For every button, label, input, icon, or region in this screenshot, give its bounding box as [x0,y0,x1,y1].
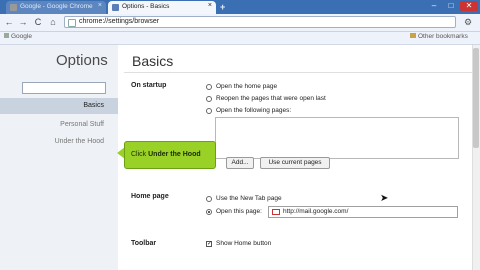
option-label: Use the New Tab page [216,195,282,202]
maximize-button[interactable]: □ [443,1,459,11]
options-title: Options [56,52,108,69]
bookmark-label: Google [11,33,32,40]
back-icon[interactable]: ← [4,16,14,28]
close-window-button[interactable]: ✕ [460,1,478,11]
option-label: Open the following pages: [216,107,292,114]
home-icon[interactable]: ⌂ [48,16,58,28]
tutorial-callout: Click Under the Hood [124,141,216,169]
option-label: Open this page: [216,208,262,215]
radio-open-this-page[interactable] [206,209,212,215]
bookmarks-bar [0,32,480,45]
option-label: Open the home page [216,83,278,90]
options-sidebar [0,45,118,270]
wrench-menu-icon[interactable]: ⚙ [462,16,474,28]
option-label: Reopen the pages that were open last [216,95,326,102]
mouse-cursor-icon: ➤ [380,193,389,204]
gmail-icon [272,209,280,215]
radio-open-following-pages[interactable] [206,108,212,114]
page-title: Basics [132,53,174,69]
show-home-checkbox[interactable]: ✓ [206,241,212,247]
show-home-label: Show Home button [216,240,272,247]
radio-use-new-tab[interactable] [206,196,212,202]
radio-open-home-page[interactable] [206,84,212,90]
bookmark-item[interactable]: Google [4,33,32,40]
minimize-button[interactable]: – [426,1,442,11]
close-tab-icon[interactable]: × [208,2,212,9]
on-startup-heading: On startup [131,82,167,89]
toolbar-heading: Toolbar [131,240,157,247]
sidebar-item-basics[interactable]: Basics [0,98,118,114]
tab-favicon-icon [10,4,17,11]
bookmark-favicon-icon [4,33,9,38]
other-bookmarks[interactable]: Other bookmarks [410,33,468,40]
use-current-pages-button[interactable]: Use current pages [260,157,330,169]
home-page-url-input[interactable]: http://mail.google.com/ [268,206,458,218]
divider [124,72,472,73]
callout-prefix: Click [131,151,149,158]
add-page-button[interactable]: Add... [226,157,254,169]
tab-label: Options - Basics [122,3,170,10]
page-icon [68,19,76,27]
folder-icon [410,33,416,38]
bookmark-label: Other bookmarks [418,33,468,40]
tab-google[interactable]: Google - Google Chrome × [6,1,106,14]
tab-label: Google - Google Chrome [20,3,93,10]
new-tab-button[interactable]: + [220,2,225,12]
radio-reopen-pages[interactable] [206,96,212,102]
address-bar[interactable]: chrome://settings/browser [64,16,456,28]
forward-icon[interactable]: → [18,16,28,28]
callout-target: Under the Hood [148,151,201,158]
home-page-heading: Home page [131,193,169,200]
close-tab-icon[interactable]: × [98,2,102,9]
scrollbar-thumb[interactable] [473,48,479,148]
reload-icon[interactable]: C [33,16,43,28]
wrench-favicon-icon [112,4,119,11]
sidebar-item-under-the-hood[interactable]: Under the Hood [0,134,118,150]
sidebar-item-personal-stuff[interactable]: Personal Stuff [0,117,118,133]
startup-pages-list[interactable] [215,117,459,159]
tab-options-basics[interactable]: Options - Basics × [108,1,216,14]
search-input[interactable] [22,82,106,94]
